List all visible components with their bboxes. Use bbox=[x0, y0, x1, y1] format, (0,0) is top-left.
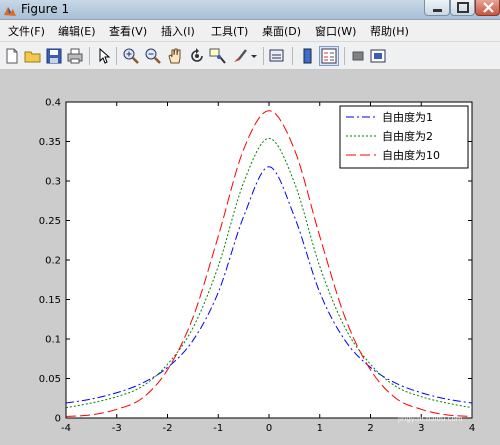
zoom-out-icon[interactable] bbox=[144, 47, 162, 65]
x-tick-label: -1 bbox=[213, 423, 223, 434]
open-file-icon[interactable] bbox=[24, 47, 42, 65]
colorbar-icon[interactable] bbox=[299, 47, 317, 65]
menu-insert[interactable]: 插入(I) bbox=[161, 23, 195, 39]
close-icon bbox=[483, 2, 494, 13]
y-tick-label: 0.05 bbox=[39, 374, 61, 385]
x-tick-label: 1 bbox=[317, 423, 323, 434]
toolbar-separator bbox=[89, 47, 90, 65]
menu-window[interactable]: 窗口(W) bbox=[315, 23, 356, 39]
y-tick-label: 0.1 bbox=[45, 335, 61, 346]
pan-hand-icon[interactable] bbox=[166, 47, 184, 65]
menu-tools[interactable]: 工具(T) bbox=[211, 23, 248, 39]
menu-edit[interactable]: 编辑(E) bbox=[58, 23, 96, 39]
x-tick-label: 4 bbox=[469, 423, 475, 434]
legend-label-3: 自由度为10 bbox=[382, 148, 440, 162]
figure-toolbar bbox=[0, 42, 500, 70]
brush-dropdown-chevron-icon[interactable] bbox=[250, 47, 258, 65]
y-tick-label: 0 bbox=[55, 414, 61, 425]
menu-file[interactable]: 文件(F) bbox=[8, 23, 45, 39]
x-tick-label: 2 bbox=[367, 423, 373, 434]
data-cursor-icon[interactable] bbox=[209, 47, 227, 65]
zoom-in-icon[interactable] bbox=[122, 47, 140, 65]
maximize-icon bbox=[457, 2, 469, 13]
minimize-button[interactable] bbox=[424, 0, 450, 16]
close-button[interactable] bbox=[475, 0, 500, 16]
save-icon[interactable] bbox=[45, 47, 63, 65]
y-tick-label: 0.4 bbox=[45, 98, 61, 109]
brush-icon[interactable] bbox=[231, 47, 249, 65]
toolbar-separator bbox=[292, 47, 293, 65]
x-tick-label: -2 bbox=[163, 423, 173, 434]
legend-label-2: 自由度为2 bbox=[382, 129, 433, 143]
print-icon[interactable] bbox=[66, 47, 84, 65]
watermark-url: jingyan.baidu.com bbox=[398, 415, 463, 423]
new-figure-icon[interactable] bbox=[3, 47, 21, 65]
edit-plot-arrow-icon[interactable] bbox=[95, 47, 113, 65]
y-tick-label: 0.2 bbox=[45, 256, 61, 267]
toolbar-separator bbox=[263, 47, 264, 65]
y-tick-label: 0.25 bbox=[39, 216, 61, 227]
x-tick-label: -3 bbox=[112, 423, 122, 434]
toolbar-separator bbox=[344, 47, 345, 65]
window-title-bar[interactable]: Figure 1 bbox=[0, 0, 500, 20]
menu-desktop[interactable]: 桌面(D) bbox=[262, 23, 301, 39]
link-plot-icon[interactable] bbox=[268, 47, 286, 65]
maximize-button[interactable] bbox=[450, 0, 475, 16]
show-plot-tools-icon[interactable] bbox=[369, 47, 387, 65]
matlab-logo-icon bbox=[3, 3, 17, 17]
x-tick-label: 0 bbox=[266, 423, 272, 434]
y-tick-label: 0.3 bbox=[45, 177, 61, 188]
window-title: Figure 1 bbox=[21, 2, 70, 16]
x-tick-label: -4 bbox=[61, 423, 71, 434]
menu-help[interactable]: 帮助(H) bbox=[370, 23, 409, 39]
minimize-icon bbox=[433, 9, 442, 12]
legend-icon[interactable] bbox=[319, 46, 339, 66]
menu-bar: 文件(F) 编辑(E) 查看(V) 插入(I) 工具(T) 桌面(D) 窗口(W… bbox=[0, 20, 500, 42]
toolbar-separator bbox=[116, 47, 117, 65]
legend-label-1: 自由度为1 bbox=[382, 110, 433, 124]
x-tick-label: 3 bbox=[418, 423, 424, 434]
plot-svg: -4 -3 -2 -1 0 1 2 3 4 0 0.05 0.1 0.15 0.2 0.25 0.3 0.35 0… bbox=[39, 98, 475, 435]
rotate-3d-icon[interactable] bbox=[188, 47, 206, 65]
watermark-logo: Bai bbox=[356, 399, 388, 418]
figure-canvas: -4 -3 -2 -1 0 1 2 3 4 0 0.05 0.1 0.15 0.2 0.25 0.3 0.35 0… bbox=[0, 70, 500, 445]
hide-plot-tools-icon[interactable] bbox=[349, 47, 367, 65]
y-tick-label: 0.35 bbox=[39, 137, 61, 148]
menu-view[interactable]: 查看(V) bbox=[109, 23, 147, 39]
y-tick-label: 0.15 bbox=[39, 295, 61, 306]
